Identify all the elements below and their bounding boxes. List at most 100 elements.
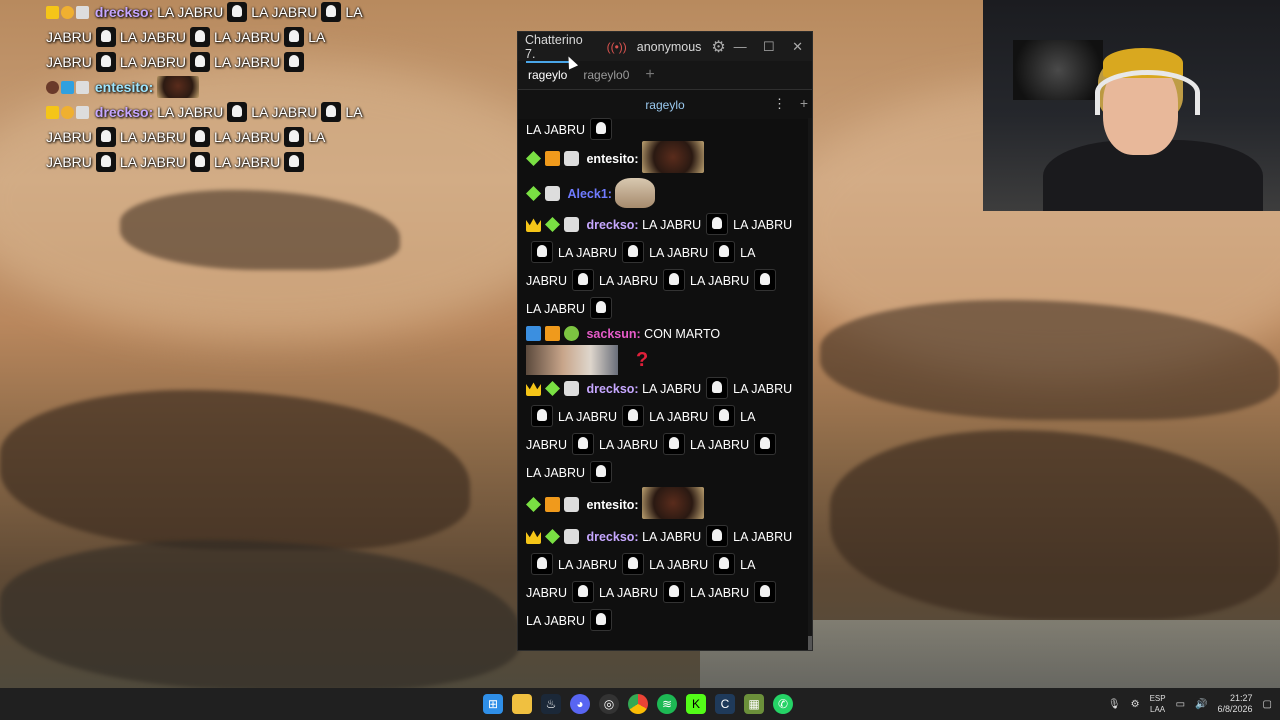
message-text: LA JABRU xyxy=(642,218,702,232)
crown-badge-icon xyxy=(46,106,59,119)
chatterino-window[interactable]: Chatterino 7. ((•)) anonymous ⚙ — ☐ ✕ ra… xyxy=(517,31,813,651)
settings-tray-icon[interactable]: ⚙ xyxy=(1131,699,1140,710)
jabru-emote-icon xyxy=(284,52,305,72)
jabru-emote-icon xyxy=(190,52,211,72)
jabru-emote-icon xyxy=(663,433,686,455)
obs-icon[interactable]: ◎ xyxy=(599,694,619,714)
mask-badge-icon xyxy=(545,186,560,201)
box-badge-icon xyxy=(545,497,560,512)
kick-icon[interactable]: K xyxy=(686,694,706,714)
message-text: LA JABRU xyxy=(558,410,618,424)
jabru-emote-icon xyxy=(713,405,736,427)
jabru-emote-icon xyxy=(754,433,777,455)
face-emote-icon xyxy=(642,487,705,519)
username[interactable]: drecksо: xyxy=(586,530,638,544)
microphone-icon[interactable]: 🎙 xyxy=(1108,699,1121,710)
jabru-emote-icon xyxy=(622,405,645,427)
username[interactable]: Aleck1: xyxy=(567,187,611,201)
username[interactable]: entesito: xyxy=(586,498,638,512)
account-switcher[interactable]: anonymous xyxy=(637,40,702,54)
message-text: LA JABRU xyxy=(690,438,750,452)
jabru-emote-icon xyxy=(190,127,211,147)
chat-messages[interactable]: LA JABRU entesito: Aleck1: drecksо: LA J… xyxy=(518,118,812,650)
jabru-emote-icon xyxy=(190,27,211,47)
overlay-text: LA JABRU xyxy=(119,29,187,45)
taskbar: ⊞ ♨ ◕ ◎ ≋ K C ▦ ✆ 🎙 ⚙ ESP LAA ▭ 🔊 21:27 … xyxy=(0,688,1280,720)
avatar-badge-icon xyxy=(46,81,59,94)
username[interactable]: drecksо: xyxy=(586,218,638,232)
message-text: LA JABRU xyxy=(733,218,793,232)
tab-rageylo0[interactable]: rageylo0 xyxy=(575,61,637,89)
title-bar[interactable]: Chatterino 7. ((•)) anonymous ⚙ — ☐ ✕ xyxy=(518,32,812,61)
settings-gear-icon[interactable]: ⚙ xyxy=(711,37,725,57)
mask-badge-icon xyxy=(564,217,579,232)
maximize-button[interactable]: ☐ xyxy=(755,39,784,55)
question-mark-emote-icon: ? xyxy=(636,349,649,371)
gem-badge-icon xyxy=(526,186,541,201)
chat-scrollbar[interactable] xyxy=(808,118,812,650)
overlay-text: LA JABRU xyxy=(251,4,318,20)
jabru-emote-icon xyxy=(663,269,686,291)
system-tray: 🎙 ⚙ ESP LAA ▭ 🔊 21:27 6/8/2026 ▢ xyxy=(1108,688,1272,720)
box-badge-icon xyxy=(545,326,560,341)
face-emote-icon xyxy=(642,141,705,173)
minecraft-icon[interactable]: ▦ xyxy=(744,694,764,714)
jabru-emote-icon xyxy=(190,152,211,172)
windows-start-icon[interactable]: ⊞ xyxy=(483,694,503,714)
jabru-emote-icon xyxy=(706,213,729,235)
overlay-text: LA xyxy=(308,129,326,145)
split-channel-title[interactable]: rageylo xyxy=(645,98,684,112)
username[interactable]: entesito: xyxy=(586,152,638,166)
chat-message: drecksо: LA JABRU LA JABRU LA JABRU LA JAB… xyxy=(526,523,806,635)
jabru-emote-icon xyxy=(321,102,342,122)
steam-icon[interactable]: ♨ xyxy=(541,694,561,714)
whatsapp-icon[interactable]: ✆ xyxy=(773,694,793,714)
keyboard-layout: LAA xyxy=(1150,705,1166,714)
frog-badge-icon xyxy=(564,326,579,341)
face-emote-icon xyxy=(157,76,200,98)
language-indicator[interactable]: ESP LAA xyxy=(1150,693,1166,715)
username[interactable]: drecksо: xyxy=(586,382,638,396)
message-text: LA JABRU xyxy=(558,558,618,572)
clock[interactable]: 21:27 6/8/2026 xyxy=(1218,693,1253,715)
jabru-emote-icon xyxy=(571,581,594,603)
jabru-emote-icon xyxy=(531,405,553,427)
minimize-button[interactable]: — xyxy=(726,39,755,54)
network-icon[interactable]: ▭ xyxy=(1176,699,1185,710)
volume-icon[interactable]: 🔊 xyxy=(1195,699,1207,710)
mask-badge-icon xyxy=(564,497,579,512)
gem-badge-icon xyxy=(526,151,541,166)
jabru-emote-icon xyxy=(227,102,248,122)
jabru-emote-icon xyxy=(590,461,613,483)
discord-icon[interactable]: ◕ xyxy=(570,694,590,714)
add-tab-button[interactable]: + xyxy=(645,66,654,84)
split-header[interactable]: rageylo ⋮ + xyxy=(518,89,812,119)
notifications-icon[interactable]: ▢ xyxy=(1263,699,1272,710)
close-button[interactable]: ✕ xyxy=(783,39,812,55)
jabru-emote-icon xyxy=(227,2,248,22)
add-split-button[interactable]: + xyxy=(800,95,808,111)
spotify-icon[interactable]: ≋ xyxy=(657,694,677,714)
username[interactable]: sacksun: xyxy=(586,327,640,341)
overlay-text: LA JABRU xyxy=(214,54,281,70)
overlay-text: LA JABRU xyxy=(119,129,187,145)
message-text: JABRU xyxy=(526,586,567,600)
message-text: LA xyxy=(740,558,756,572)
live-broadcast-icon[interactable]: ((•)) xyxy=(607,40,627,54)
chrome-icon[interactable] xyxy=(628,694,648,714)
overlay-text: LA JABRU xyxy=(157,4,224,20)
message-text: LA JABRU xyxy=(526,123,586,137)
overlay-message: drecksо: LA JABRU LA JABRU LA xyxy=(46,0,376,25)
message-text: LA JABRU xyxy=(733,530,793,544)
message-text: LA JABRU xyxy=(642,382,702,396)
jabru-emote-icon xyxy=(531,241,553,263)
jabru-emote-icon xyxy=(571,433,594,455)
split-menu-icon[interactable]: ⋮ xyxy=(773,96,786,112)
chatterino-taskbar-icon[interactable]: C xyxy=(715,694,735,714)
stream-chat-overlay: drecksо: LA JABRU LA JABRU LA JABRU LA JABR… xyxy=(46,0,376,175)
file-explorer-icon[interactable] xyxy=(512,694,532,714)
message-text: LA JABRU xyxy=(649,558,709,572)
jabru-emote-icon xyxy=(754,269,777,291)
clock-date: 6/8/2026 xyxy=(1217,704,1253,714)
message-text: CON MARTO xyxy=(644,327,721,341)
